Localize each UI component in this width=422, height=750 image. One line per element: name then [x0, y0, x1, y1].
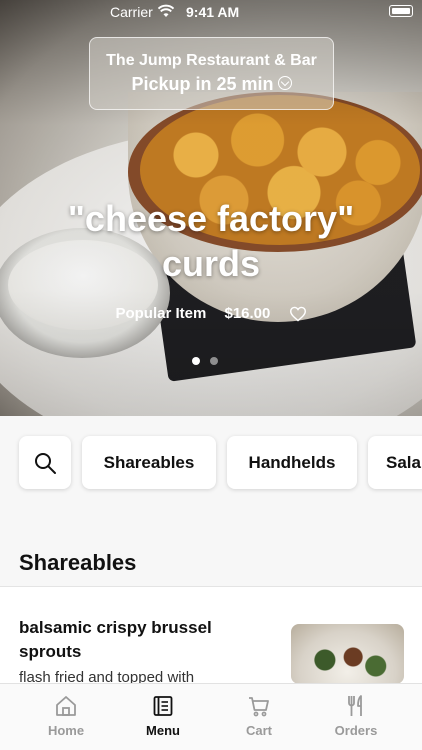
- battery-icon: [389, 5, 413, 17]
- pickup-time-label: Pickup in 25 min: [131, 74, 274, 94]
- tab-orders[interactable]: Orders: [316, 694, 396, 738]
- category-chip-shareables[interactable]: Shareables: [82, 436, 216, 489]
- carousel-dot[interactable]: [210, 357, 218, 365]
- tab-cart[interactable]: Cart: [219, 694, 299, 738]
- tab-bar: Home Menu Cart Orders: [0, 683, 422, 750]
- category-chip-salads[interactable]: Sala: [368, 436, 422, 489]
- pickup-time: Pickup in 25 min: [90, 74, 333, 95]
- search-button[interactable]: [19, 436, 71, 489]
- cart-icon: [249, 697, 269, 717]
- carousel-dot[interactable]: [192, 357, 200, 365]
- location-selector[interactable]: The Jump Restaurant & Bar Pickup in 25 m…: [89, 37, 334, 110]
- tab-cart-label: Cart: [245, 723, 272, 738]
- category-bar: Shareables Handhelds Sala: [0, 416, 422, 536]
- tab-orders-label: Orders: [334, 723, 378, 738]
- favorite-button[interactable]: [289, 305, 307, 322]
- popular-badge: Popular Item: [115, 305, 207, 322]
- carrier-label: Carrier: [110, 4, 153, 20]
- menu-item-name: balsamic crispy brussel sprouts: [19, 618, 212, 661]
- hero-title-line-1: "cheese factory": [67, 198, 355, 239]
- tab-home-label: Home: [47, 723, 85, 738]
- home-icon: [56, 696, 76, 716]
- tab-menu[interactable]: Menu: [123, 694, 203, 738]
- search-icon: [35, 452, 56, 474]
- carousel-indicator[interactable]: [192, 352, 228, 370]
- chevron-down-icon: [277, 76, 292, 91]
- menu-book-icon: [153, 696, 173, 716]
- hero-item-title[interactable]: "cheese factory" curds: [0, 196, 422, 286]
- category-chip-handhelds[interactable]: Handhelds: [227, 436, 357, 489]
- hero-title-line-2: curds: [161, 243, 261, 284]
- tab-home[interactable]: Home: [26, 694, 106, 738]
- fork-knife-icon: [348, 695, 362, 716]
- status-time: 9:41 AM: [186, 4, 240, 20]
- tab-menu-label: Menu: [146, 723, 180, 738]
- restaurant-name: The Jump Restaurant & Bar: [106, 52, 317, 69]
- menu-item[interactable]: balsamic crispy brussel sprouts flash fr…: [0, 587, 422, 687]
- section-title: Shareables: [19, 550, 137, 575]
- wifi-icon: [158, 4, 174, 17]
- heart-icon: [289, 306, 306, 322]
- hero-item-meta: Popular Item $16.00: [0, 305, 422, 322]
- menu-item-image: [291, 624, 404, 684]
- status-bar: Carrier 9:41 AM: [0, 0, 422, 24]
- hero-price: $16.00: [224, 305, 271, 322]
